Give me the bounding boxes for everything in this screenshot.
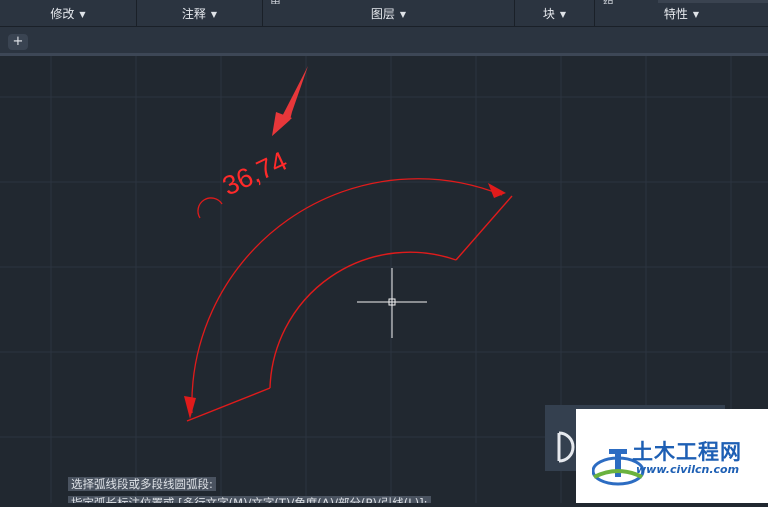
chevron-down-icon: ▼ <box>210 9 218 19</box>
command-prompt-line[interactable]: 指定弧长标注位置或 [多行文字(M)/文字(T)/角度(A)/部分(P)/引线(… <box>68 496 431 503</box>
panel-annotate-label: 注释 <box>181 7 206 21</box>
ribbon-panel-bar: 电 组 修改▼ 注释▼ 图层▼ 块▼ 特性▼ <box>0 0 768 27</box>
panel-block-label: 块 <box>542 7 555 21</box>
panel-annotate-dropdown[interactable]: 注释 ▼ <box>137 0 263 26</box>
chevron-down-icon: ▼ <box>692 9 700 19</box>
panel-properties-dropdown[interactable]: 特性 ▼ <box>595 0 768 26</box>
dimension-arrowhead-left <box>184 396 196 419</box>
chevron-down-icon: ▼ <box>559 9 567 19</box>
panel-layers-dropdown[interactable]: 图层 ▼ <box>263 0 515 26</box>
panel-modify-dropdown[interactable]: 修改 ▼ <box>0 0 137 26</box>
watermark-url: www.civilcn.com <box>636 463 740 476</box>
annotation-arrow-icon <box>272 66 308 136</box>
arc-length-symbol <box>197 197 223 219</box>
panel-properties-label: 特性 <box>663 7 688 21</box>
new-tab-button[interactable]: + <box>8 34 28 50</box>
arc-end-line-left[interactable] <box>186 387 271 422</box>
dimension-arc <box>191 178 503 414</box>
arc-end-line-right[interactable] <box>455 195 513 261</box>
file-tab-bar <box>0 27 768 56</box>
panel-block-dropdown[interactable]: 块 ▼ <box>515 0 595 26</box>
chevron-down-icon: ▼ <box>79 9 86 19</box>
arc-length-dimension[interactable]: 36,74 <box>184 146 506 419</box>
crosshair-cursor-icon <box>357 268 427 338</box>
panel-modify-label: 修改 <box>50 7 75 21</box>
command-history-line: 选择弧线段或多段线圆弧段: <box>68 477 216 491</box>
chevron-down-icon: ▼ <box>399 9 407 19</box>
inner-arc[interactable] <box>269 251 457 389</box>
watermark-name: 土木工程网 <box>632 440 742 464</box>
site-watermark: 土木工程网 www.civilcn.com <box>576 409 768 503</box>
dimension-text: 36,74 <box>218 146 292 202</box>
arc-geometry[interactable] <box>186 195 513 422</box>
panel-layers-label: 图层 <box>370 7 395 21</box>
